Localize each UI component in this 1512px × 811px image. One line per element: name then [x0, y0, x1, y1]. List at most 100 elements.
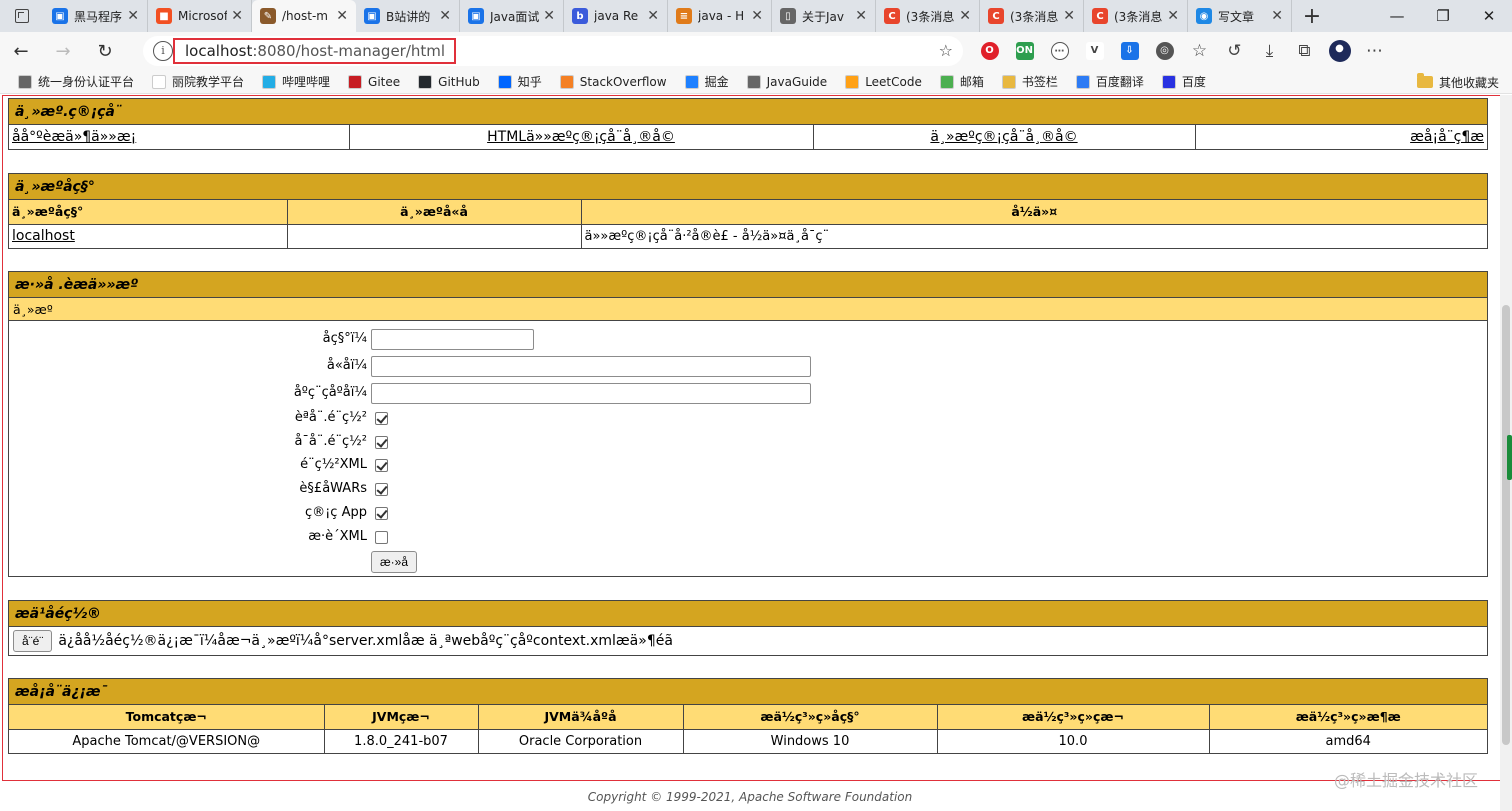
add-favorite-icon[interactable]: ☆ [939, 41, 953, 60]
restore-button[interactable]: ❐ [1420, 0, 1466, 32]
bookmark-icon [418, 74, 433, 89]
tab-favicon-icon: C [988, 8, 1004, 24]
address-bar[interactable]: i localhost:8080/host-manager/html ☆ [143, 36, 963, 66]
vue-devtools-icon[interactable]: V [1080, 32, 1109, 70]
browser-tab[interactable]: C (3条消息 ✕ [980, 0, 1084, 32]
tab-close-icon[interactable]: ✕ [127, 8, 139, 24]
localhost-link[interactable]: localhost [12, 228, 75, 244]
browser-tab[interactable]: ▣ B站讲的 ✕ [356, 0, 460, 32]
option-checkbox[interactable] [375, 483, 388, 497]
other-bookmarks-folder[interactable]: 其他收藏夹 [1416, 70, 1499, 94]
opera-adblock-icon[interactable]: O [975, 32, 1004, 70]
tab-close-icon[interactable]: ✕ [543, 8, 555, 24]
bookmark-item[interactable]: 书签栏 [1001, 73, 1058, 90]
tab-label: java Re [594, 9, 639, 23]
app-base-input[interactable] [371, 383, 811, 404]
profile-avatar[interactable]: ● [1325, 32, 1354, 70]
bookmark-item[interactable]: 丽院教学平台 [152, 73, 244, 90]
browser-tab[interactable]: ≡ java - H ✕ [668, 0, 772, 32]
close-window-button[interactable]: ✕ [1466, 0, 1512, 32]
new-tab-button[interactable]: + [1292, 0, 1332, 32]
app-base-row: åºç¨çåºåï¼ [9, 383, 1487, 405]
host-manager-help-link[interactable]: ä¸»æºç®¡çå¨å¸®å© [930, 129, 1077, 145]
browser-tab[interactable]: C (3条消息 ✕ [876, 0, 980, 32]
add-host-button[interactable]: æ·»å [371, 551, 418, 573]
option-checkbox[interactable] [375, 459, 388, 473]
list-virtual-hosts-link[interactable]: åå°ºèæä»¶ä»»æ¡ [12, 129, 136, 145]
more-menu-icon[interactable]: ⋯ [1360, 32, 1389, 70]
scrollbar-thumb[interactable] [1502, 305, 1510, 745]
tab-close-icon[interactable]: ✕ [751, 8, 763, 24]
download-extension-icon[interactable]: ⇩ [1115, 32, 1144, 70]
favorites-icon[interactable]: ☆ [1185, 32, 1214, 70]
browser-tab[interactable]: ▯ 关于Jav ✕ [772, 0, 876, 32]
back-button[interactable]: ← [0, 32, 42, 70]
tab-favicon-icon: C [1092, 8, 1108, 24]
page-scrollbar[interactable] [1500, 95, 1512, 811]
collections-icon[interactable]: ⧉ [1290, 32, 1319, 70]
option-checkbox[interactable] [375, 412, 388, 425]
bookmark-item[interactable]: 百度 [1161, 73, 1206, 90]
settings-extension-icon[interactable]: ◎ [1150, 32, 1179, 70]
aliases-input[interactable] [371, 356, 811, 377]
bookmark-label: 丽院教学平台 [172, 75, 245, 89]
browser-tab[interactable]: ◉ 写文章 ✕ [1188, 0, 1292, 32]
bookmark-item[interactable]: LeetCode [845, 73, 922, 90]
site-info-icon[interactable]: i [153, 41, 173, 61]
history-icon[interactable]: ↺ [1220, 32, 1249, 70]
reload-button[interactable]: ↻ [84, 32, 126, 70]
tab-close-icon[interactable]: ✕ [959, 8, 971, 24]
bookmark-item[interactable]: 掘金 [684, 73, 729, 90]
browser-tab[interactable]: ▣ Java面试 ✕ [460, 0, 564, 32]
commands-cell: ä»»æºç®¡çå¨å·²å®è£ - å½ä»¤ä¸å¯ç¨ [580, 223, 1487, 248]
bookmark-item[interactable]: 邮箱 [939, 73, 984, 90]
browser-tab[interactable]: ■ Microsoft ✕ [148, 0, 252, 32]
tab-close-icon[interactable]: ✕ [439, 8, 451, 24]
bookmark-item[interactable]: 哔哩哔哩 [262, 73, 330, 90]
option-checkbox[interactable] [375, 530, 388, 544]
bookmark-icon [939, 74, 954, 89]
tab-close-icon[interactable]: ✕ [1063, 8, 1075, 24]
bookmark-icon [1161, 74, 1176, 89]
tab-close-icon[interactable]: ✕ [855, 8, 867, 24]
tab-label: 黑马程序 [74, 9, 123, 24]
bookmark-item[interactable]: GitHub [418, 73, 480, 90]
bookmark-label: 哔哩哔哩 [282, 75, 331, 89]
browser-tab[interactable]: b java Re ✕ [564, 0, 668, 32]
tab-label: java - H [698, 9, 745, 23]
html-host-manager-help-link[interactable]: HTMLä»»æºç®¡çå¨å¸®å© [487, 129, 675, 145]
browser-tab[interactable]: ▣ 黑马程序 ✕ [44, 0, 148, 32]
copyright-footer: Copyright © 1999-2021, Apache Software F… [587, 790, 913, 804]
tab-close-icon[interactable]: ✕ [1167, 8, 1179, 24]
option-checkbox[interactable] [375, 435, 388, 449]
code-extension-icon[interactable]: ⋯ [1045, 32, 1074, 70]
tab-close-icon[interactable]: ✕ [336, 8, 348, 24]
option-row: èªå¨.é¨ç½² [9, 408, 1487, 430]
name-input[interactable] [371, 329, 534, 350]
bookmark-item[interactable]: 百度翻译 [1075, 73, 1144, 90]
extension-toolbar: O ON ⋯ V ⇩ ◎ ☆ ↺ ⤓ ⧉ ● ⋯ [975, 32, 1395, 70]
minimize-button[interactable]: — [1374, 0, 1420, 32]
bookmark-label: LeetCode [865, 74, 922, 89]
url-text[interactable]: localhost:8080/host-manager/html [173, 38, 456, 64]
bookmark-item[interactable]: StackOverflow [559, 73, 667, 90]
window-controls: — ❐ ✕ [1374, 0, 1512, 32]
bookmark-item[interactable]: JavaGuide [746, 73, 827, 90]
tab-close-icon[interactable]: ✕ [231, 8, 243, 24]
tab-actions-menu-button[interactable] [0, 0, 44, 32]
option-checkbox[interactable] [375, 506, 388, 520]
tab-close-icon[interactable]: ✕ [1271, 8, 1283, 24]
forward-button[interactable]: → [42, 32, 84, 70]
option-label: èªå¨.é¨ç½² [294, 410, 367, 425]
tab-favicon-icon: ▣ [364, 8, 380, 24]
on-extension-icon[interactable]: ON [1010, 32, 1039, 70]
downloads-icon[interactable]: ⤓ [1255, 32, 1284, 70]
tab-close-icon[interactable]: ✕ [647, 8, 659, 24]
server-status-link[interactable]: æå¡å¨ç¶æ [1410, 129, 1484, 145]
browser-tab[interactable]: ✎ /host-m ✕ [252, 0, 356, 32]
browser-tab[interactable]: C (3条消息 ✕ [1084, 0, 1188, 32]
bookmark-item[interactable]: 知乎 [497, 73, 542, 90]
persist-all-button[interactable]: å¨é¨ [13, 630, 53, 652]
bookmark-item[interactable]: Gitee [348, 73, 400, 90]
bookmark-item[interactable]: 统一身份认证平台 [18, 73, 134, 90]
